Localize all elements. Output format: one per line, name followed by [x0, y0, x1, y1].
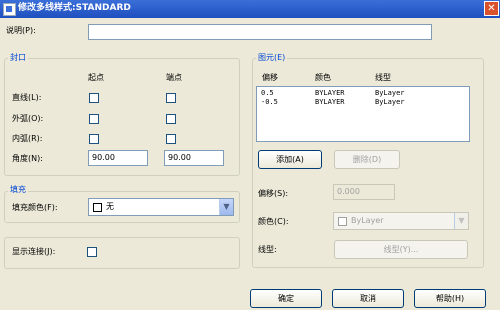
- col-linetype-header: 线型: [375, 73, 391, 82]
- cancel-button[interactable]: 取消: [332, 289, 404, 308]
- title-bar: 修改多线样式:STANDARD ✕: [0, 0, 500, 18]
- element-color-swatch: [338, 217, 347, 226]
- outer-arc-label: 外弧(O):: [12, 114, 44, 123]
- offset-input[interactable]: 0.000: [333, 184, 395, 200]
- fill-color-swatch: [93, 203, 102, 212]
- element-color-value: ByLayer: [351, 216, 384, 225]
- angle-start-input[interactable]: 90.00: [88, 150, 148, 166]
- angle-label: 角度(N):: [12, 154, 43, 163]
- add-button[interactable]: 添加(A): [258, 150, 322, 169]
- element-color-combo[interactable]: ByLayer ▼: [333, 212, 469, 230]
- description-label: 说明(P):: [6, 26, 36, 35]
- app-icon: [3, 3, 16, 16]
- col-offset-header: 偏移: [262, 73, 278, 82]
- description-input[interactable]: [88, 24, 432, 40]
- show-joints-label: 显示连接(J):: [12, 247, 56, 256]
- fill-color-value: 无: [106, 202, 114, 211]
- caps-start-header: 起点: [88, 73, 104, 82]
- inner-arc-label: 内弧(R):: [12, 134, 43, 143]
- help-button[interactable]: 帮助(H): [414, 289, 486, 308]
- elements-list[interactable]: 0.5 BYLAYER ByLayer -0.5 BYLAYER ByLayer: [256, 86, 470, 142]
- linetype-button[interactable]: 线型(Y)...: [334, 240, 468, 259]
- table-row[interactable]: -0.5 BYLAYER ByLayer: [257, 98, 469, 108]
- close-button[interactable]: ✕: [484, 1, 499, 16]
- inner-arc-end-checkbox[interactable]: [166, 134, 176, 144]
- caps-group-title: 封口: [8, 52, 28, 64]
- close-icon: ✕: [487, 3, 496, 14]
- fill-group-title: 填充: [8, 184, 28, 196]
- offset-label: 偏移(S):: [258, 189, 289, 198]
- line-start-checkbox[interactable]: [89, 93, 99, 103]
- linetype-label: 线型:: [258, 245, 277, 254]
- line-cap-label: 直线(L):: [12, 93, 42, 102]
- window-title: 修改多线样式:STANDARD: [18, 3, 131, 13]
- outer-arc-start-checkbox[interactable]: [89, 114, 99, 124]
- fill-color-combo[interactable]: 无 ▼: [88, 198, 234, 216]
- chevron-down-icon[interactable]: ▼: [219, 199, 233, 215]
- ok-button[interactable]: 确定: [250, 289, 322, 308]
- delete-button[interactable]: 删除(D): [334, 150, 400, 169]
- chevron-down-icon[interactable]: ▼: [454, 213, 468, 229]
- show-joints-checkbox[interactable]: [87, 247, 97, 257]
- outer-arc-end-checkbox[interactable]: [166, 114, 176, 124]
- elements-group-title: 图元(E): [256, 52, 288, 64]
- line-end-checkbox[interactable]: [166, 93, 176, 103]
- caps-end-header: 端点: [166, 73, 182, 82]
- angle-end-input[interactable]: 90.00: [164, 150, 224, 166]
- inner-arc-start-checkbox[interactable]: [89, 134, 99, 144]
- element-color-label: 颜色(C):: [258, 217, 289, 226]
- col-color-header: 颜色: [315, 73, 331, 82]
- fill-color-label: 填充颜色(F):: [12, 203, 58, 212]
